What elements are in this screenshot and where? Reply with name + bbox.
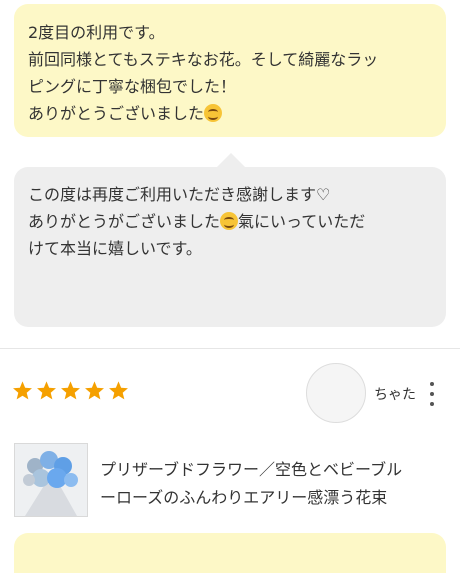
next-review-bubble <box>14 533 446 573</box>
review-line: 2度目の利用です。 <box>28 23 165 42</box>
shop-reply-bubble: この度は再度ご利用いただき感謝します♡ ありがとうがございました 氣にいっていただ… <box>14 153 446 327</box>
review-line: ピングに丁寧な梱包でした！ <box>28 77 237 96</box>
product-thumbnail[interactable] <box>14 443 88 517</box>
star-rating <box>12 380 129 401</box>
star-icon <box>61 381 80 400</box>
reply-line: ありがとうがございました <box>28 212 221 231</box>
dot <box>430 392 434 396</box>
star-icon <box>85 381 104 400</box>
star-icon <box>13 381 32 400</box>
dot <box>430 402 434 406</box>
star-icon <box>109 381 128 400</box>
more-options-icon[interactable] <box>426 382 438 406</box>
dot <box>430 382 434 386</box>
reply-text: この度は再度ご利用いただき感謝します♡ ありがとうがございました 氣にいっていただ… <box>28 181 432 262</box>
review-line: 前回同様とてもステキなお花。そして綺麗なラッ <box>28 50 379 69</box>
smiling-face-icon <box>204 104 223 122</box>
product-title-line: プリザーブドフラワー／空色とベビーブル <box>100 460 403 479</box>
product-title-line: ーローズのふんわりエアリー感漂う花束 <box>100 488 388 507</box>
star-icon <box>37 381 56 400</box>
reviewer-name[interactable]: ちゃた <box>374 384 416 404</box>
review-bubble: 2度目の利用です。 前回同様とてもステキなお花。そして綺麗なラッ ピングに丁寧な… <box>14 4 446 137</box>
reply-line: 氣にいっていただ <box>238 212 366 231</box>
review-divider <box>0 348 460 349</box>
review-line: ありがとうございました <box>28 104 205 123</box>
bouquet-image <box>15 444 87 516</box>
reply-line: けて本当に嬉しいです。 <box>28 239 202 258</box>
user-avatar[interactable] <box>306 363 366 423</box>
product-title[interactable]: プリザーブドフラワー／空色とベビーブル ーローズのふんわりエアリー感漂う花束 <box>100 456 450 512</box>
review-text: 2度目の利用です。 前回同様とてもステキなお花。そして綺麗なラッ ピングに丁寧な… <box>28 19 432 127</box>
reply-line: この度は再度ご利用いただき感謝します♡ <box>28 185 331 204</box>
smiling-face-icon <box>220 212 239 230</box>
